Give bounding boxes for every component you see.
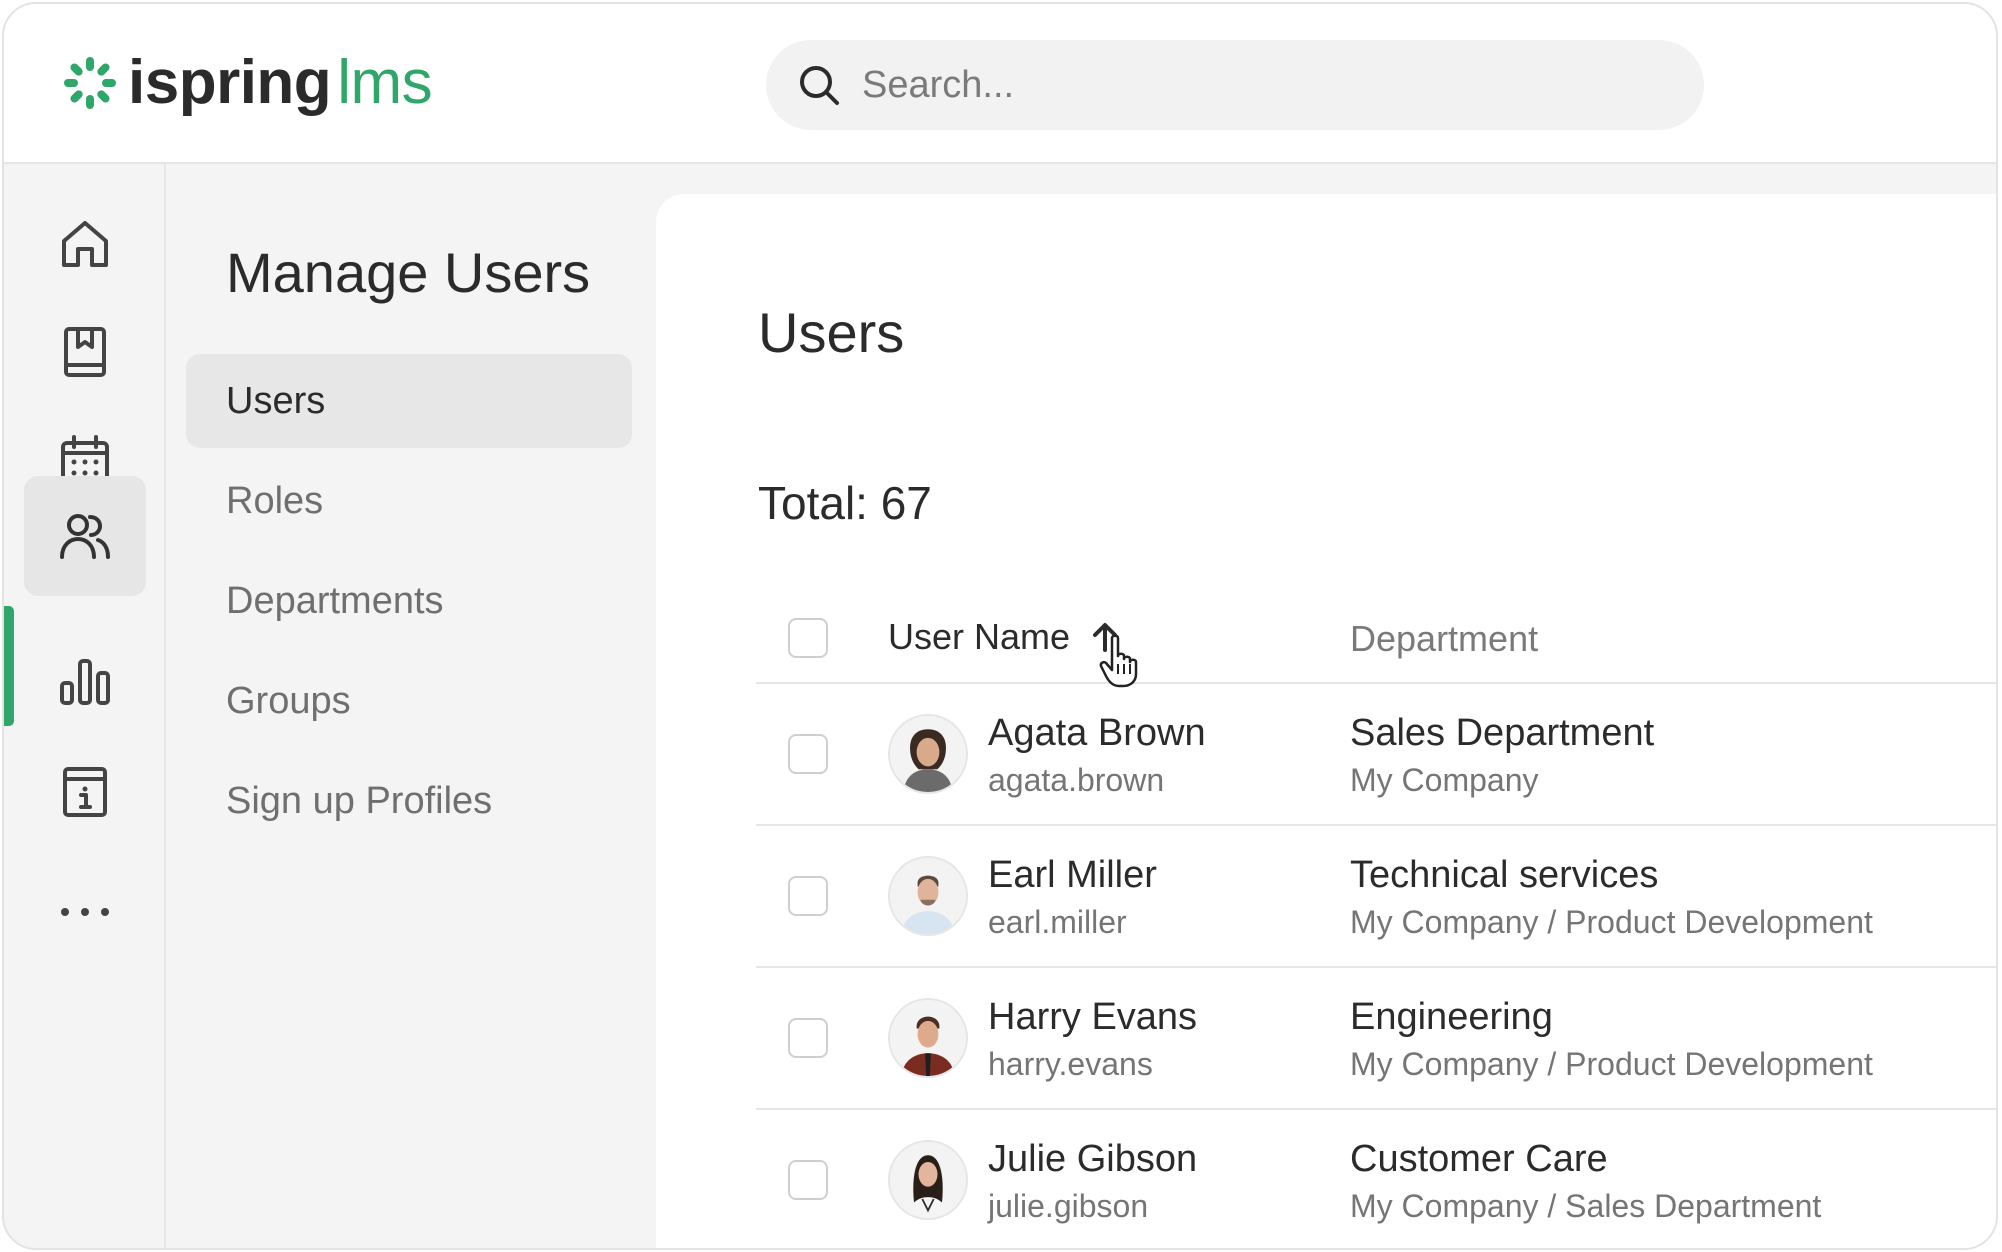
user-name[interactable]: Earl Miller <box>988 854 1157 897</box>
hand-pointer-cursor-icon <box>1099 634 1138 688</box>
department-name: Engineering <box>1350 996 1553 1038</box>
rail-item-users[interactable] <box>24 476 146 596</box>
rail-item-home[interactable] <box>24 184 146 304</box>
info-icon <box>63 767 107 817</box>
department-name: Customer Care <box>1350 1138 1608 1180</box>
department-name: Sales Department <box>1350 712 1655 754</box>
subnav-item-users[interactable]: Users <box>186 354 632 448</box>
avatar <box>888 998 968 1078</box>
subnav-item-groups[interactable]: Groups <box>186 654 632 748</box>
search-bar[interactable] <box>766 40 1704 130</box>
user-login: harry.evans <box>988 1046 1153 1082</box>
department-path: My Company / Sales Department <box>1350 1188 1822 1224</box>
bar-chart-icon <box>60 659 110 705</box>
page-title: Users <box>758 301 905 364</box>
row-checkbox[interactable] <box>788 734 828 774</box>
avatar <box>888 856 968 936</box>
users-icon <box>60 514 110 559</box>
app-window: ispring lms Search... Manage Users Users… <box>2 2 1998 1250</box>
book-icon <box>64 327 106 377</box>
active-indicator <box>4 606 14 726</box>
search-icon <box>800 66 839 105</box>
department-name: Technical services <box>1350 854 1659 896</box>
table-row[interactable]: Earl Miller earl.miller Technical servic… <box>756 826 1996 968</box>
subnav-item-departments[interactable]: Departments <box>186 554 632 648</box>
subnav-item-signup-profiles[interactable]: Sign up Profiles <box>186 754 632 848</box>
ispring-lms-logo[interactable]: ispring lms <box>62 48 433 118</box>
column-header-user-name[interactable]: User Name <box>888 616 1122 658</box>
logo-product-text: lms <box>337 48 433 117</box>
user-login: earl.miller <box>988 904 1127 940</box>
department-path: My Company / Product Development <box>1350 904 1873 940</box>
rail-item-more[interactable] <box>24 852 146 972</box>
user-login: agata.brown <box>988 762 1165 798</box>
users-table: User Name Department Agata Brown agata.b… <box>756 594 1996 1248</box>
top-header: ispring lms <box>4 4 1996 164</box>
user-name[interactable]: Agata Brown <box>988 712 1206 755</box>
ispring-logo-icon <box>64 57 116 109</box>
user-name[interactable]: Julie Gibson <box>988 1138 1197 1181</box>
section-title: Manage Users <box>226 241 591 304</box>
table-row[interactable]: Agata Brown agata.brown Sales Department… <box>756 684 1996 826</box>
table-row[interactable]: Julie Gibson julie.gibson Customer Care … <box>756 1110 1996 1248</box>
user-name[interactable]: Harry Evans <box>988 996 1197 1039</box>
home-icon <box>62 221 108 267</box>
table-row[interactable]: Harry Evans harry.evans Engineering My C… <box>756 968 1996 1110</box>
avatar <box>888 1140 968 1220</box>
department-path: My Company / Product Development <box>1350 1046 1873 1082</box>
row-checkbox[interactable] <box>788 1160 828 1200</box>
row-checkbox[interactable] <box>788 876 828 916</box>
select-all-checkbox[interactable] <box>788 618 828 658</box>
rail-item-learning[interactable] <box>24 292 146 412</box>
icon-rail <box>4 164 166 1248</box>
more-icon <box>61 908 109 916</box>
total-count: Total: 67 <box>758 477 932 529</box>
logo-brand-text: ispring <box>128 48 332 117</box>
user-login: julie.gibson <box>988 1188 1149 1224</box>
column-label-user-name: User Name <box>888 616 1071 657</box>
row-checkbox[interactable] <box>788 1018 828 1058</box>
search-input[interactable] <box>862 63 1682 107</box>
rail-item-reports[interactable] <box>24 622 146 742</box>
rail-item-info[interactable] <box>24 732 146 852</box>
department-path: My Company <box>1350 762 1539 798</box>
avatar <box>888 714 968 794</box>
users-panel: Users Total: 67 User Name Department Aga… <box>656 194 1996 1248</box>
manage-users-nav: Manage Users Users Roles Departments Gro… <box>166 164 656 1248</box>
table-header: User Name Department <box>756 594 1996 688</box>
subnav-item-roles[interactable]: Roles <box>186 454 632 548</box>
column-header-department[interactable]: Department <box>1350 618 1538 660</box>
